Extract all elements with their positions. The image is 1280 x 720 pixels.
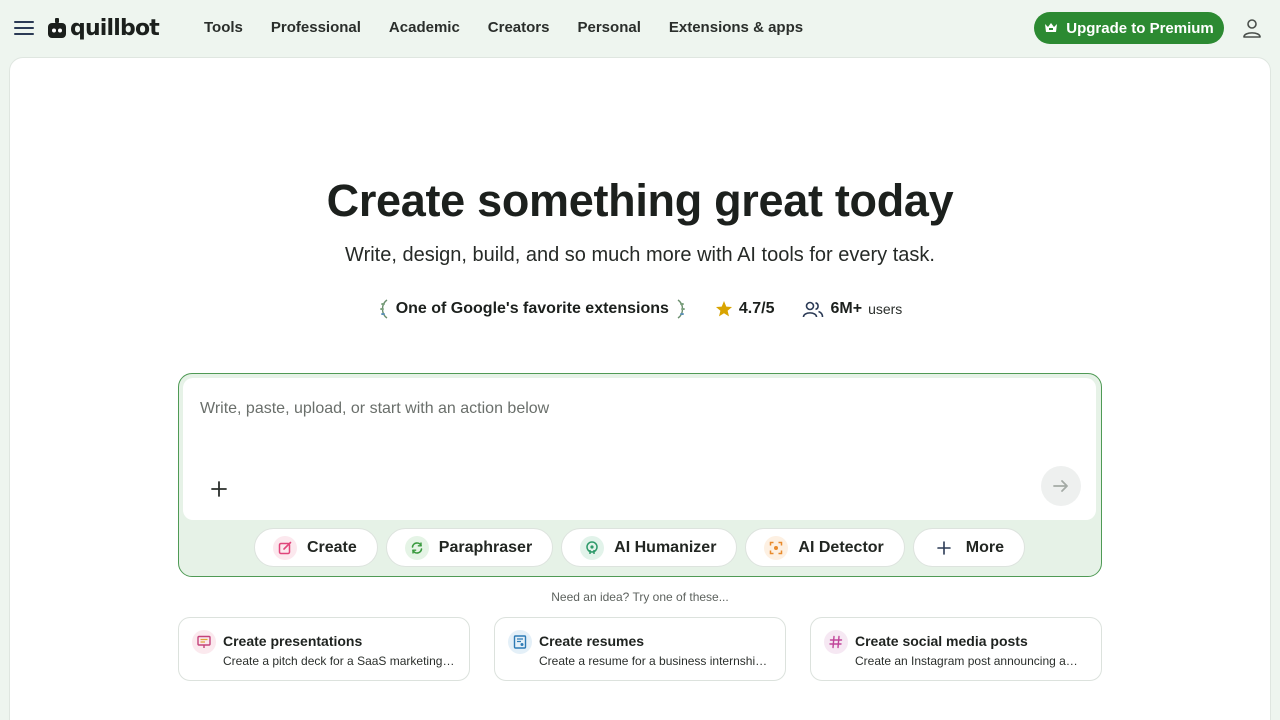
users-value: 6M+ xyxy=(830,300,863,317)
humanizer-icon xyxy=(580,535,605,560)
logo-text: quillbot xyxy=(70,15,160,41)
more-action-button[interactable]: More xyxy=(912,528,1026,567)
create-action-label: Create xyxy=(306,538,357,556)
arrow-right-icon xyxy=(1053,480,1068,492)
plus-icon xyxy=(932,536,956,560)
crown-icon xyxy=(1045,23,1058,32)
laurel-right-icon xyxy=(677,299,685,319)
idea-card-resumes[interactable]: Create resumes Create a resume for a bus… xyxy=(494,617,786,681)
prompt-box: Write, paste, upload, or start with an a… xyxy=(178,373,1102,577)
idea-title: Create resumes xyxy=(539,633,645,649)
send-button[interactable] xyxy=(1041,466,1081,506)
nav-item-tools[interactable]: Tools xyxy=(204,19,243,37)
idea-title: Create presentations xyxy=(223,633,363,649)
presentation-icon xyxy=(192,630,216,654)
quillbot-logo[interactable]: quillbot xyxy=(48,14,160,42)
create-icon xyxy=(272,535,297,560)
top-navigation: quillbot Tools Professional Academic Cre… xyxy=(0,0,1280,56)
idea-description: Create a resume for a business internshi… xyxy=(539,654,768,668)
paraphraser-action-label: Paraphraser xyxy=(438,538,533,556)
users-icon xyxy=(803,301,824,318)
more-action-label: More xyxy=(965,538,1005,556)
action-chips: Create Paraphraser AI Humanizer AI Detec… xyxy=(179,528,1100,568)
main-nav: Tools Professional Academic Creators Per… xyxy=(204,19,803,37)
nav-item-personal[interactable]: Personal xyxy=(578,19,641,37)
hashtag-icon xyxy=(824,630,848,654)
idea-card-presentations[interactable]: Create presentations Create a pitch deck… xyxy=(178,617,470,681)
rating-stat: 4.7/5 xyxy=(715,300,775,318)
users-suffix: users xyxy=(868,301,903,317)
rating-value: 4.7/5 xyxy=(738,300,775,317)
menu-icon[interactable] xyxy=(14,19,34,37)
page-title: Create something great today xyxy=(326,175,954,226)
paraphraser-action-button[interactable]: Paraphraser xyxy=(385,528,554,567)
upgrade-premium-button[interactable]: Upgrade to Premium xyxy=(1034,12,1224,44)
quillbot-logo-icon xyxy=(48,18,66,38)
create-action-button[interactable]: Create xyxy=(253,528,378,567)
users-stat: 6M+ users xyxy=(802,300,902,318)
google-badge: One of Google's favorite extensions xyxy=(378,298,687,320)
idea-description: Create an Instagram post announcing a… xyxy=(855,654,1078,668)
upgrade-label: Upgrade to Premium xyxy=(1066,19,1214,37)
nav-item-academic[interactable]: Academic xyxy=(389,19,460,37)
google-badge-label: One of Google's favorite extensions xyxy=(395,300,669,317)
idea-card-social-posts[interactable]: Create social media posts Create an Inst… xyxy=(810,617,1102,681)
page-subtitle: Write, design, build, and so much more w… xyxy=(345,244,935,266)
ai-detector-action-label: AI Detector xyxy=(798,538,884,556)
ai-detector-action-button[interactable]: AI Detector xyxy=(745,528,905,567)
ai-humanizer-action-button[interactable]: AI Humanizer xyxy=(561,528,738,567)
ai-humanizer-action-label: AI Humanizer xyxy=(614,538,717,556)
star-icon xyxy=(715,301,732,317)
stats-row: One of Google's favorite extensions 4.7/… xyxy=(0,296,1280,322)
detector-icon xyxy=(764,535,789,560)
nav-item-extensions[interactable]: Extensions & apps xyxy=(669,19,803,37)
ideas-label: Need an idea? Try one of these... xyxy=(551,590,729,604)
paraphraser-icon xyxy=(404,535,429,560)
resume-icon xyxy=(508,630,532,654)
nav-item-professional[interactable]: Professional xyxy=(271,19,361,37)
idea-title: Create social media posts xyxy=(855,633,1028,649)
laurel-left-icon xyxy=(379,299,388,319)
prompt-placeholder: Write, paste, upload, or start with an a… xyxy=(200,400,550,417)
account-icon[interactable] xyxy=(1241,17,1263,39)
prompt-input[interactable]: Write, paste, upload, or start with an a… xyxy=(183,378,1096,520)
idea-description: Create a pitch deck for a SaaS marketing… xyxy=(223,654,455,668)
nav-item-creators[interactable]: Creators xyxy=(488,19,550,37)
attach-plus-icon[interactable] xyxy=(208,478,230,500)
